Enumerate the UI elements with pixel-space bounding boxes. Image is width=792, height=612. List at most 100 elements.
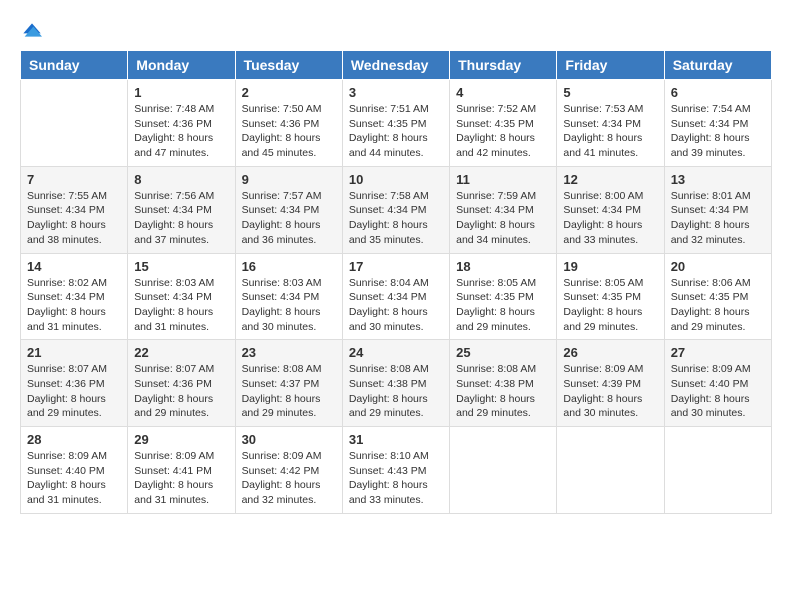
calendar-week-row: 21Sunrise: 8:07 AM Sunset: 4:36 PM Dayli… — [21, 340, 772, 427]
calendar-cell: 19 Sunrise: 8:05 AM Sunset: 4:35 PM Dayli… — [557, 253, 664, 340]
calendar-cell: 6Sunrise: 7:54 AM Sunset: 4:34 PM Daylig… — [664, 80, 771, 167]
calendar-cell: 7 Sunrise: 7:55 AM Sunset: 4:34 PM Daylig… — [21, 166, 128, 253]
day-info: Sunrise: 8:09 AM Sunset: 4:41 PM Dayligh… — [134, 449, 228, 508]
calendar-cell: 18 Sunrise: 8:05 AM Sunset: 4:35 PM Dayli… — [450, 253, 557, 340]
day-number: 23 — [242, 345, 336, 360]
calendar-cell: 25 Sunrise: 8:08 AM Sunset: 4:38 PM Dayli… — [450, 340, 557, 427]
day-number: 16 — [242, 259, 336, 274]
page-header — [20, 20, 772, 40]
day-info: Sunrise: 8:09 AM Sunset: 4:40 PM Dayligh… — [27, 449, 121, 508]
calendar-cell: 3 Sunrise: 7:51 AM Sunset: 4:35 PM Daylig… — [342, 80, 449, 167]
day-info: Sunrise: 7:48 AM Sunset: 4:36 PM Dayligh… — [134, 102, 228, 161]
day-header-sunday: Sunday — [21, 51, 128, 80]
calendar-cell — [450, 427, 557, 514]
calendar-cell: 8 Sunrise: 7:56 AM Sunset: 4:34 PM Daylig… — [128, 166, 235, 253]
calendar-week-row: 14 Sunrise: 8:02 AM Sunset: 4:34 PM Dayli… — [21, 253, 772, 340]
day-number: 12 — [563, 172, 657, 187]
day-number: 5 — [563, 85, 657, 100]
day-header-friday: Friday — [557, 51, 664, 80]
calendar-cell: 13 Sunrise: 8:01 AM Sunset: 4:34 PM Dayli… — [664, 166, 771, 253]
day-info: Sunrise: 8:07 AM Sunset: 4:36 PM Dayligh… — [27, 362, 121, 421]
day-number: 3 — [349, 85, 443, 100]
calendar-table: SundayMondayTuesdayWednesdayThursdayFrid… — [20, 50, 772, 514]
day-number: 30 — [242, 432, 336, 447]
calendar-cell — [664, 427, 771, 514]
day-header-saturday: Saturday — [664, 51, 771, 80]
day-info: Sunrise: 7:51 AM Sunset: 4:35 PM Dayligh… — [349, 102, 443, 161]
calendar-cell: 2 Sunrise: 7:50 AM Sunset: 4:36 PM Daylig… — [235, 80, 342, 167]
day-number: 18 — [456, 259, 550, 274]
day-header-thursday: Thursday — [450, 51, 557, 80]
day-info: Sunrise: 7:57 AM Sunset: 4:34 PM Dayligh… — [242, 189, 336, 248]
calendar-cell: 28 Sunrise: 8:09 AM Sunset: 4:40 PM Dayli… — [21, 427, 128, 514]
calendar-cell: 31 Sunrise: 8:10 AM Sunset: 4:43 PM Dayli… — [342, 427, 449, 514]
calendar-cell: 14 Sunrise: 8:02 AM Sunset: 4:34 PM Dayli… — [21, 253, 128, 340]
calendar-cell: 1Sunrise: 7:48 AM Sunset: 4:36 PM Daylig… — [128, 80, 235, 167]
day-number: 11 — [456, 172, 550, 187]
day-info: Sunrise: 8:02 AM Sunset: 4:34 PM Dayligh… — [27, 276, 121, 335]
day-info: Sunrise: 7:58 AM Sunset: 4:34 PM Dayligh… — [349, 189, 443, 248]
day-number: 15 — [134, 259, 228, 274]
calendar-cell: 15 Sunrise: 8:03 AM Sunset: 4:34 PM Dayli… — [128, 253, 235, 340]
day-number: 8 — [134, 172, 228, 187]
day-info: Sunrise: 8:01 AM Sunset: 4:34 PM Dayligh… — [671, 189, 765, 248]
day-info: Sunrise: 8:06 AM Sunset: 4:35 PM Dayligh… — [671, 276, 765, 335]
calendar-cell: 9 Sunrise: 7:57 AM Sunset: 4:34 PM Daylig… — [235, 166, 342, 253]
day-info: Sunrise: 8:07 AM Sunset: 4:36 PM Dayligh… — [134, 362, 228, 421]
day-number: 27 — [671, 345, 765, 360]
day-number: 13 — [671, 172, 765, 187]
calendar-week-row: 28 Sunrise: 8:09 AM Sunset: 4:40 PM Dayli… — [21, 427, 772, 514]
day-info: Sunrise: 8:03 AM Sunset: 4:34 PM Dayligh… — [134, 276, 228, 335]
day-number: 10 — [349, 172, 443, 187]
day-info: Sunrise: 8:05 AM Sunset: 4:35 PM Dayligh… — [456, 276, 550, 335]
day-info: Sunrise: 8:10 AM Sunset: 4:43 PM Dayligh… — [349, 449, 443, 508]
day-info: Sunrise: 8:04 AM Sunset: 4:34 PM Dayligh… — [349, 276, 443, 335]
day-number: 9 — [242, 172, 336, 187]
day-info: Sunrise: 8:09 AM Sunset: 4:42 PM Dayligh… — [242, 449, 336, 508]
calendar-header-row: SundayMondayTuesdayWednesdayThursdayFrid… — [21, 51, 772, 80]
day-header-tuesday: Tuesday — [235, 51, 342, 80]
calendar-cell: 21Sunrise: 8:07 AM Sunset: 4:36 PM Dayli… — [21, 340, 128, 427]
day-number: 2 — [242, 85, 336, 100]
day-number: 22 — [134, 345, 228, 360]
day-info: Sunrise: 7:53 AM Sunset: 4:34 PM Dayligh… — [563, 102, 657, 161]
calendar-cell: 11Sunrise: 7:59 AM Sunset: 4:34 PM Dayli… — [450, 166, 557, 253]
day-info: Sunrise: 7:56 AM Sunset: 4:34 PM Dayligh… — [134, 189, 228, 248]
day-info: Sunrise: 8:03 AM Sunset: 4:34 PM Dayligh… — [242, 276, 336, 335]
day-number: 7 — [27, 172, 121, 187]
day-number: 28 — [27, 432, 121, 447]
calendar-cell: 27Sunrise: 8:09 AM Sunset: 4:40 PM Dayli… — [664, 340, 771, 427]
day-number: 25 — [456, 345, 550, 360]
day-number: 31 — [349, 432, 443, 447]
day-info: Sunrise: 7:54 AM Sunset: 4:34 PM Dayligh… — [671, 102, 765, 161]
day-info: Sunrise: 8:08 AM Sunset: 4:37 PM Dayligh… — [242, 362, 336, 421]
day-number: 20 — [671, 259, 765, 274]
calendar-cell: 22 Sunrise: 8:07 AM Sunset: 4:36 PM Dayli… — [128, 340, 235, 427]
calendar-cell: 23 Sunrise: 8:08 AM Sunset: 4:37 PM Dayli… — [235, 340, 342, 427]
day-info: Sunrise: 8:09 AM Sunset: 4:39 PM Dayligh… — [563, 362, 657, 421]
day-number: 14 — [27, 259, 121, 274]
calendar-cell: 16 Sunrise: 8:03 AM Sunset: 4:34 PM Dayli… — [235, 253, 342, 340]
day-header-monday: Monday — [128, 51, 235, 80]
calendar-cell: 10 Sunrise: 7:58 AM Sunset: 4:34 PM Dayli… — [342, 166, 449, 253]
day-info: Sunrise: 8:08 AM Sunset: 4:38 PM Dayligh… — [456, 362, 550, 421]
calendar-cell: 12 Sunrise: 8:00 AM Sunset: 4:34 PM Dayli… — [557, 166, 664, 253]
calendar-cell: 29 Sunrise: 8:09 AM Sunset: 4:41 PM Dayli… — [128, 427, 235, 514]
logo — [20, 20, 42, 40]
day-info: Sunrise: 7:50 AM Sunset: 4:36 PM Dayligh… — [242, 102, 336, 161]
logo-icon — [22, 20, 42, 40]
calendar-cell: 26Sunrise: 8:09 AM Sunset: 4:39 PM Dayli… — [557, 340, 664, 427]
day-info: Sunrise: 7:55 AM Sunset: 4:34 PM Dayligh… — [27, 189, 121, 248]
day-info: Sunrise: 8:00 AM Sunset: 4:34 PM Dayligh… — [563, 189, 657, 248]
day-number: 24 — [349, 345, 443, 360]
calendar-cell: 30 Sunrise: 8:09 AM Sunset: 4:42 PM Dayli… — [235, 427, 342, 514]
day-number: 29 — [134, 432, 228, 447]
day-number: 4 — [456, 85, 550, 100]
calendar-cell — [21, 80, 128, 167]
day-number: 19 — [563, 259, 657, 274]
day-info: Sunrise: 8:05 AM Sunset: 4:35 PM Dayligh… — [563, 276, 657, 335]
calendar-cell — [557, 427, 664, 514]
calendar-week-row: 1Sunrise: 7:48 AM Sunset: 4:36 PM Daylig… — [21, 80, 772, 167]
day-header-wednesday: Wednesday — [342, 51, 449, 80]
calendar-cell: 17Sunrise: 8:04 AM Sunset: 4:34 PM Dayli… — [342, 253, 449, 340]
